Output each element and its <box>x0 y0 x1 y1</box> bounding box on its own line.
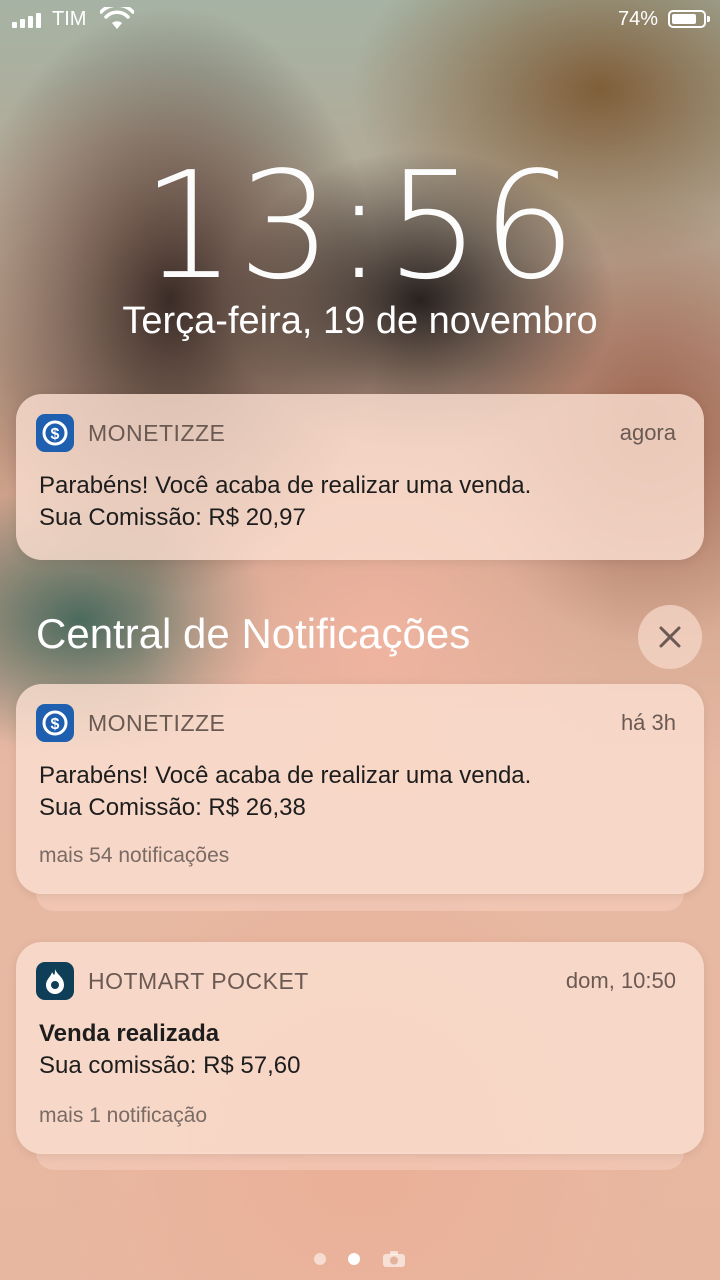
notification-app-name: HOTMART POCKET <box>88 967 309 994</box>
notification-center-title: Central de Notificações <box>36 610 471 657</box>
notification-time: há 3h <box>620 710 676 735</box>
notification-stack-edge <box>36 893 684 911</box>
monetizze-app-icon: $ <box>36 704 74 742</box>
battery-icon <box>668 10 710 28</box>
notification-monetizze-latest[interactable]: $ MONETIZZE agora Parabéns! Você acaba d… <box>16 394 704 560</box>
hotmart-app-icon <box>36 962 74 1000</box>
page-dot <box>314 1253 326 1265</box>
notification-body: Parabéns! Você acaba de realizar uma ven… <box>39 762 532 821</box>
notification-app-name: MONETIZZE <box>88 419 226 446</box>
page-dot-active <box>348 1253 360 1265</box>
more-notifications-label: mais 1 notificação <box>39 1104 208 1127</box>
lock-screen-clock: 13:56 <box>141 140 579 312</box>
notification-time: dom, 10:50 <box>565 968 676 993</box>
notification-title: Venda realizada <box>39 1020 220 1047</box>
carrier-label: TIM <box>52 8 87 30</box>
notification-app-name: MONETIZZE <box>88 709 226 736</box>
page-indicator <box>0 1250 720 1268</box>
notification-time: agora <box>619 420 676 445</box>
notification-body: Parabéns! Você acaba de realizar uma ven… <box>39 472 532 531</box>
lock-screen-date: Terça-feira, 19 de novembro <box>122 300 598 342</box>
notification-body: Venda realizada Sua comissão: R$ 57,60 <box>39 1018 684 1082</box>
wifi-icon <box>100 7 134 29</box>
monetizze-app-icon: $ <box>36 414 74 452</box>
notification-stack-edge <box>36 1152 684 1170</box>
battery-percentage: 74% <box>617 8 658 30</box>
notification-group-monetizze[interactable]: $ MONETIZZE há 3h Parabéns! Você acaba d… <box>16 684 704 894</box>
notification-group-hotmart[interactable]: HOTMART POCKET dom, 10:50 Venda realizad… <box>16 942 704 1154</box>
camera-icon[interactable] <box>382 1250 406 1268</box>
signal-icon <box>12 10 41 28</box>
svg-text:$: $ <box>51 426 60 443</box>
status-bar: TIM 74% <box>0 0 720 40</box>
svg-text:$: $ <box>51 716 60 733</box>
more-notifications-label: mais 54 notificações <box>39 844 230 867</box>
close-button[interactable] <box>638 605 702 669</box>
close-icon <box>659 626 681 648</box>
